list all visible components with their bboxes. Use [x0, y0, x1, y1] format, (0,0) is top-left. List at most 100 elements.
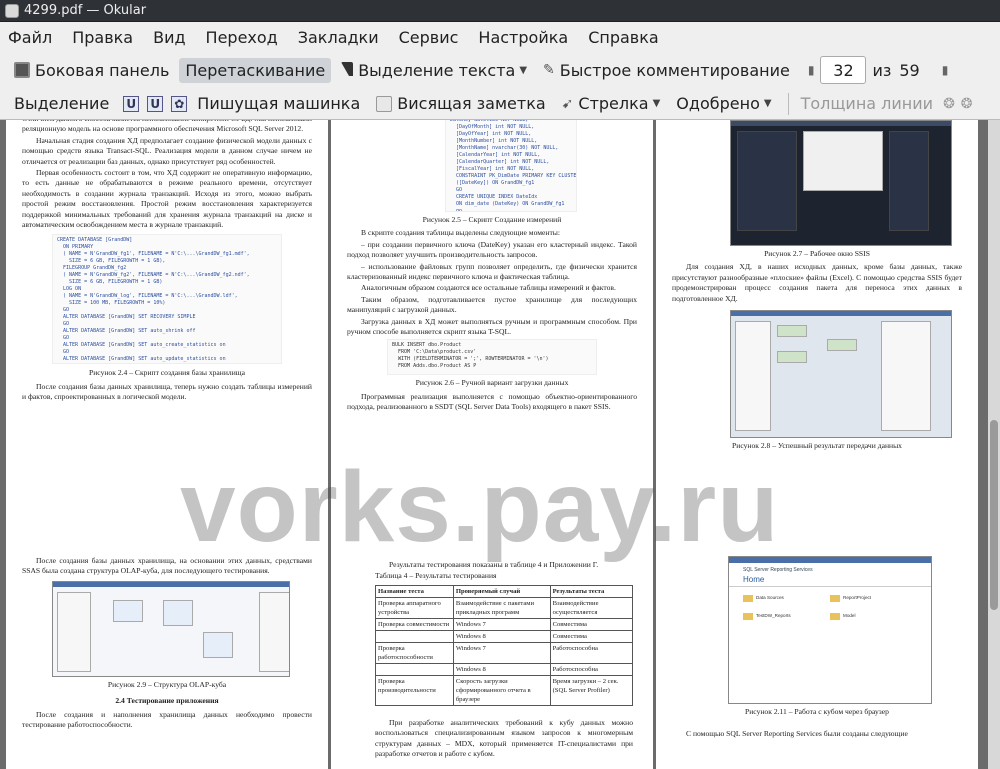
- figure-caption: Рисунок 2.8 – Успешный результат передач…: [732, 441, 902, 451]
- chevron-down-icon[interactable]: ▼: [764, 98, 772, 109]
- sidebar-icon: [14, 62, 30, 78]
- menu-tools[interactable]: Сервис: [391, 28, 467, 47]
- ssis-window-screenshot: [730, 120, 952, 246]
- page-paragraph: После создания базы данных хранилища, те…: [22, 381, 312, 402]
- figure-caption: Рисунок 2.6 – Ручной вариант загрузки да…: [415, 378, 569, 388]
- table-cell: Проверка совместимости: [375, 617, 454, 631]
- table-cell: [375, 662, 454, 676]
- note-icon: [376, 95, 393, 112]
- table-row: Windows 8 Работоспособна: [375, 662, 634, 676]
- pdf-page-33: После создания базы данных хранилища, на…: [6, 530, 328, 769]
- selection-tool-label: Выделение: [14, 94, 110, 113]
- drag-mode-label: Перетаскивание: [185, 60, 326, 80]
- select-text-button[interactable]: Выделение текста ▼: [335, 58, 533, 83]
- table-cell: Совместима: [549, 617, 634, 631]
- page-current: 32: [833, 60, 854, 80]
- pdf-page-34: Результаты тестирования показаны в табли…: [331, 530, 653, 769]
- folder-icon: [743, 594, 753, 602]
- table-row: Проверка аппаратного устройства Взаимоде…: [375, 596, 634, 619]
- table-header-cell: Проверяемый случай: [452, 584, 551, 598]
- table-cell: Windows 7: [452, 641, 551, 664]
- table-cell: Работоспособна: [549, 641, 634, 664]
- olap-cube-screenshot: [52, 580, 290, 677]
- select-text-label: Выделение текста: [358, 60, 516, 80]
- menu-edit[interactable]: Правка: [64, 28, 141, 47]
- vertical-scrollbar[interactable]: [988, 120, 1000, 769]
- table-header-row: Название теста Проверяемый случай Резуль…: [375, 584, 634, 598]
- menu-view[interactable]: Вид: [145, 28, 193, 47]
- typewriter-tool[interactable]: Пишущая машинка: [191, 91, 366, 116]
- page-paragraph: После создания базы данных хранилища, на…: [22, 556, 312, 576]
- figure-caption: Рисунок 2.5 – Скрипт Создание измерений: [422, 215, 562, 224]
- table-cell: [375, 629, 454, 643]
- folder-label: Model: [843, 613, 856, 619]
- sidebar-button-label: Боковая панель: [35, 60, 170, 80]
- arrow-tool[interactable]: ➹ Стрелка ▼: [556, 91, 667, 116]
- chevron-down-icon[interactable]: ▼: [519, 65, 527, 76]
- chevron-down-icon[interactable]: ▼: [653, 98, 661, 109]
- page-paragraph: После создания и наполнения хранилища да…: [22, 709, 312, 730]
- next-page-icon[interactable]: ▮: [942, 63, 949, 77]
- document-viewer[interactable]: Отличием данного способа является исполь…: [0, 120, 988, 769]
- sql-script-figure: CREATE DATABASE [GrandDW] ON PRIMARY ( N…: [52, 234, 282, 365]
- selection-tool[interactable]: Выделение: [8, 91, 115, 116]
- quick-comment-button[interactable]: ✎ Быстрое комментирование: [537, 58, 796, 83]
- table-cell: Взаимодействие с пакетами прикладных про…: [452, 596, 551, 619]
- table-cell: Проверка работоспособности: [375, 641, 454, 664]
- main-toolbar: Боковая панель Перетаскивание Выделение …: [0, 52, 1000, 88]
- folder-item[interactable]: TestDW_Reports: [743, 611, 830, 621]
- toolbar-separator: [787, 92, 789, 115]
- figure-caption: Рисунок 2.9 – Структура OLAP-куба: [107, 679, 227, 689]
- folder-item[interactable]: ReportProject: [830, 593, 917, 603]
- underline-icon[interactable]: U: [123, 95, 140, 112]
- figure-caption: Рисунок 2.7 – Рабочее окно SSIS: [764, 249, 870, 258]
- menu-go[interactable]: Переход: [198, 28, 286, 47]
- section-heading: 2.4 Тестирование приложения: [115, 696, 219, 706]
- menu-bookmarks[interactable]: Закладки: [290, 28, 387, 47]
- sidebar-button[interactable]: Боковая панель: [8, 58, 175, 83]
- bulk-insert-figure: BULK INSERT dbo.Product FROM 'C:\Data\pr…: [387, 339, 597, 376]
- table-row: Проверка совместимости Windows 7 Совмест…: [375, 617, 634, 631]
- drag-mode-button[interactable]: Перетаскивание: [179, 57, 332, 83]
- page-paragraph: Загрузка данных в ХД может выполняться р…: [347, 316, 637, 337]
- folder-label: TestDW_Reports: [756, 613, 791, 619]
- folder-icon: [830, 594, 840, 602]
- text-cursor-icon: [341, 62, 354, 78]
- squiggly-underline-icon[interactable]: U: [147, 95, 164, 112]
- page-number-input[interactable]: 32: [820, 56, 867, 84]
- arrow-icon: ➹: [561, 95, 574, 112]
- figure-caption: Рисунок 2.11 – Работа с кубом через брау…: [745, 707, 889, 716]
- table-cell: Взаимодействие осуществляется: [549, 596, 634, 619]
- window-title: 4299.pdf — Okular: [24, 3, 147, 18]
- scrollbar-thumb[interactable]: [990, 420, 998, 610]
- table-header-cell: Название теста: [375, 584, 454, 598]
- menu-file[interactable]: Файл: [0, 28, 60, 47]
- page-paragraph: При разработке аналитических требований …: [375, 717, 633, 759]
- test-results-table: Название теста Проверяемый случай Резуль…: [375, 584, 634, 706]
- page-paragraph: Программная реализация выполняется с пом…: [347, 391, 637, 412]
- page-paragraph: С помощью SQL Server Reporting Services …: [686, 729, 908, 739]
- popup-note-label: Висящая заметка: [397, 94, 546, 113]
- table-row: Проверка работоспособности Windows 7 Раб…: [375, 641, 634, 664]
- color-picker-icon[interactable]: ❂: [943, 96, 955, 112]
- stamp-icon[interactable]: ✿: [171, 95, 188, 112]
- data-transfer-screenshot: [730, 310, 952, 439]
- line-width-control[interactable]: Толщина линии: [795, 91, 940, 116]
- stamp-select[interactable]: Одобрено ▼: [670, 91, 777, 116]
- page-paragraph: Аналогичным образом создаются все осталь…: [361, 283, 616, 293]
- pen-icon: ✎: [543, 62, 555, 78]
- popup-note-tool[interactable]: Висящая заметка: [370, 91, 551, 116]
- menu-settings[interactable]: Настройка: [470, 28, 576, 47]
- folder-item[interactable]: Model: [830, 611, 917, 621]
- menu-help[interactable]: Справка: [580, 28, 667, 47]
- figure-caption: Рисунок 2.4 – Скрипт создания базы храни…: [89, 368, 245, 378]
- table-cell: Windows 7: [452, 617, 551, 631]
- page-paragraph: Первая особенность состоит в том, что ХД…: [22, 168, 312, 230]
- menu-bar: Файл Правка Вид Переход Закладки Сервис …: [0, 22, 1000, 52]
- folder-label: Data Sources: [756, 594, 784, 600]
- folder-item[interactable]: Data Sources: [743, 593, 830, 603]
- opacity-icon[interactable]: ❂: [961, 96, 973, 112]
- table-cell: Проверка производительности: [375, 674, 454, 706]
- prev-page-icon[interactable]: ▮: [808, 63, 815, 77]
- reporting-services-screenshot: SQL Server Reporting Services Home Data …: [728, 556, 932, 704]
